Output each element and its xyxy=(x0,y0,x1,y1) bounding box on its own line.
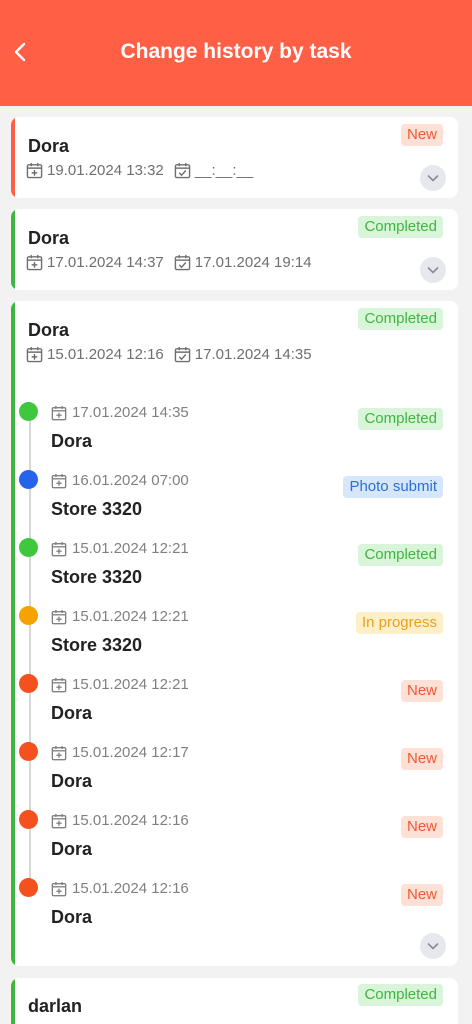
calendar-plus-icon xyxy=(51,405,67,421)
calendar-plus-icon xyxy=(26,254,43,271)
task-card[interactable]: New Dora 19.01.2024 13:32 __:__:__ xyxy=(11,117,458,198)
task-dates: 19.01.2024 13:32 __:__:__ xyxy=(26,162,253,179)
status-badge: Completed xyxy=(358,308,443,330)
history-time: 15.01.2024 12:16 xyxy=(51,812,189,829)
status-dot xyxy=(19,674,38,693)
end-time: __:__:__ xyxy=(194,162,254,179)
status-dot xyxy=(19,742,38,761)
collapse-button[interactable] xyxy=(420,933,446,959)
start-time: 17.01.2024 14:37 xyxy=(47,254,164,271)
chevron-down-icon xyxy=(427,942,439,950)
status-stripe xyxy=(11,301,15,966)
calendar-check-icon xyxy=(174,254,191,271)
history-timestamp: 15.01.2024 12:21 xyxy=(72,676,189,693)
status-dot xyxy=(19,538,38,557)
calendar-check-icon xyxy=(174,346,191,363)
task-dates: 15.01.2024 12:16 17.01.2024 14:35 xyxy=(26,346,312,363)
history-actor: Store 3320 xyxy=(51,499,143,519)
start-time: 19.01.2024 13:32 xyxy=(47,162,164,179)
history-time: 15.01.2024 12:21 xyxy=(51,540,189,557)
status-dot xyxy=(19,402,38,421)
calendar-plus-icon xyxy=(51,473,67,489)
history-time: 16.01.2024 07:00 xyxy=(51,472,189,489)
end-time: 17.01.2024 19:14 xyxy=(194,254,312,271)
history-actor: Dora xyxy=(51,907,93,927)
status-badge: Completed xyxy=(358,216,443,238)
calendar-check-icon xyxy=(174,162,191,179)
task-card[interactable]: Completed darlan xyxy=(11,978,458,1024)
status-dot xyxy=(19,878,38,897)
calendar-plus-icon xyxy=(51,813,67,829)
history-time: 17.01.2024 14:35 xyxy=(51,404,189,421)
task-user-name: Dora xyxy=(28,136,70,156)
history-status-badge: New xyxy=(400,816,443,838)
history-status-badge: New xyxy=(400,680,443,702)
history-timestamp: 15.01.2024 12:17 xyxy=(72,744,189,761)
status-dot xyxy=(19,606,38,625)
task-card[interactable]: Completed Dora 17.01.2024 14:37 17.01.20… xyxy=(11,209,458,290)
status-dot xyxy=(19,470,38,489)
status-badge: New xyxy=(400,124,443,146)
history-time: 15.01.2024 12:16 xyxy=(51,880,189,897)
history-time: 15.01.2024 12:21 xyxy=(51,608,189,625)
history-timestamp: 15.01.2024 12:21 xyxy=(72,608,189,625)
status-dot xyxy=(19,810,38,829)
history-timestamp: 15.01.2024 12:21 xyxy=(72,540,189,557)
calendar-plus-icon xyxy=(51,677,67,693)
task-user-name: darlan xyxy=(28,996,83,1016)
history-timestamp: 16.01.2024 07:00 xyxy=(72,472,189,489)
history-status-badge: Completed xyxy=(358,544,443,566)
history-time: 15.01.2024 12:21 xyxy=(51,676,189,693)
history-status-badge: New xyxy=(400,748,443,770)
calendar-plus-icon xyxy=(51,541,67,557)
history-actor: Dora xyxy=(51,771,93,791)
history-timestamp: 15.01.2024 12:16 xyxy=(72,812,189,829)
history-actor: Store 3320 xyxy=(51,635,143,655)
status-stripe xyxy=(11,117,15,198)
history-status-badge: Photo submit xyxy=(343,476,443,498)
history-status-badge: In progress xyxy=(355,612,443,634)
status-stripe xyxy=(11,209,15,290)
history-time: 15.01.2024 12:17 xyxy=(51,744,189,761)
end-time: 17.01.2024 14:35 xyxy=(194,346,312,363)
expand-button[interactable] xyxy=(420,257,446,283)
history-status-badge: Completed xyxy=(358,408,443,430)
calendar-plus-icon xyxy=(51,881,67,897)
history-actor: Store 3320 xyxy=(51,567,143,587)
chevron-down-icon xyxy=(427,266,439,274)
app-header: Change history by task xyxy=(0,0,472,106)
calendar-plus-icon xyxy=(51,745,67,761)
task-user-name: Dora xyxy=(28,228,70,248)
history-timestamp: 17.01.2024 14:35 xyxy=(72,404,189,421)
task-dates: 17.01.2024 14:37 17.01.2024 19:14 xyxy=(26,254,312,271)
calendar-plus-icon xyxy=(26,346,43,363)
history-status-badge: New xyxy=(400,884,443,906)
calendar-plus-icon xyxy=(26,162,43,179)
start-time: 15.01.2024 12:16 xyxy=(47,346,164,363)
chevron-down-icon xyxy=(427,174,439,182)
history-actor: Dora xyxy=(51,703,93,723)
history-timestamp: 15.01.2024 12:16 xyxy=(72,880,189,897)
page-title: Change history by task xyxy=(120,40,352,63)
expand-button[interactable] xyxy=(420,165,446,191)
history-actor: Dora xyxy=(51,839,93,859)
status-stripe xyxy=(11,978,15,1024)
task-user-name: Dora xyxy=(28,320,70,340)
status-badge: Completed xyxy=(358,984,443,1006)
history-actor: Dora xyxy=(51,431,93,451)
calendar-plus-icon xyxy=(51,609,67,625)
